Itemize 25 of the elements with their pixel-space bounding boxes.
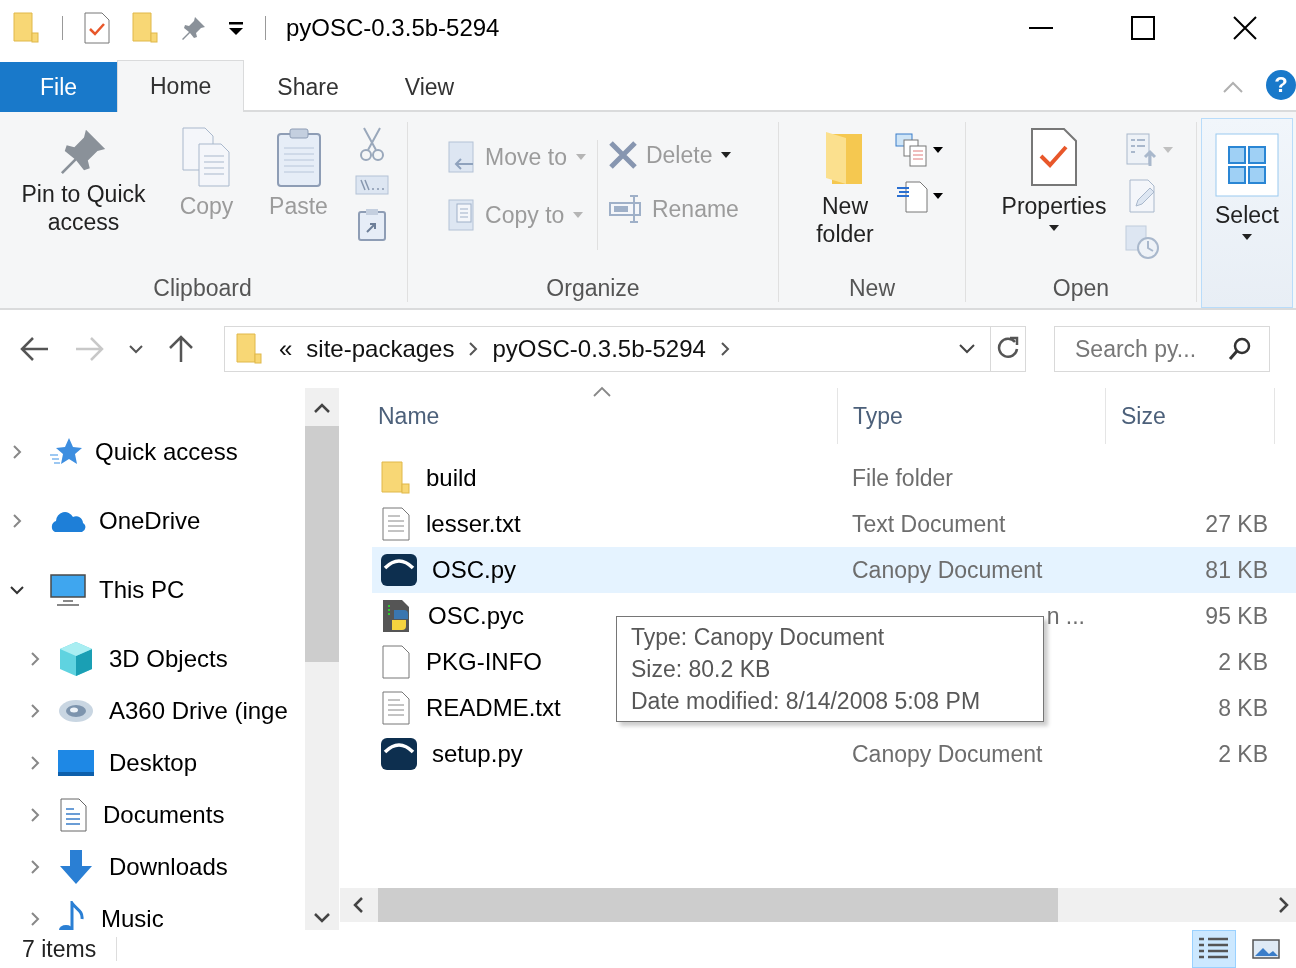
file-name: setup.py: [432, 740, 523, 768]
group-label: Organize: [546, 275, 640, 303]
file-type: Canopy Document: [852, 740, 1043, 767]
file-type: File folder: [852, 464, 953, 491]
file-size: 95 KB: [1205, 602, 1268, 629]
file-size: 2 KB: [1218, 648, 1268, 675]
file-name: README.txt: [426, 694, 561, 722]
file-size: 2 KB: [1218, 740, 1268, 767]
group-label: New: [849, 275, 895, 303]
file-size: 27 KB: [1205, 510, 1268, 537]
file-type: Canopy Document: [852, 556, 1043, 583]
file-name: OSC.py: [432, 556, 517, 584]
file-type: n ...: [1046, 602, 1085, 629]
file-name: OSC.pyc: [428, 602, 525, 630]
file-name: PKG-INFO: [426, 648, 542, 676]
file-type: Text Document: [852, 510, 1006, 537]
file-size: 81 KB: [1205, 556, 1268, 583]
file-name: lesser.txt: [426, 510, 521, 538]
file-size: 8 KB: [1218, 694, 1268, 721]
group-label: Clipboard: [153, 275, 252, 303]
file-name: build: [426, 464, 477, 492]
item-count: 7 items: [22, 935, 97, 963]
window-title: pyOSC-0.3.5b-5294: [286, 14, 500, 42]
group-label: Open: [1052, 275, 1110, 303]
tooltip: Type: Canopy Document Size: 80.2 KB Date modified: 8/14/2008 5:08 PM: [616, 616, 1044, 722]
